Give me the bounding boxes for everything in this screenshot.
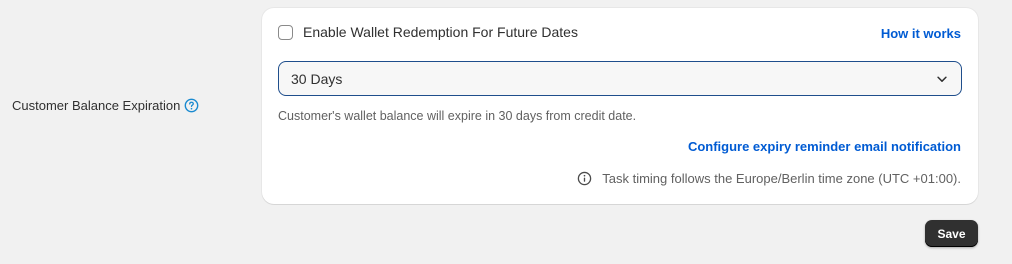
how-it-works-link[interactable]: How it works	[881, 26, 961, 41]
customer-balance-expiration-label: Customer Balance Expiration	[12, 98, 199, 113]
expiration-period-select[interactable]: 30 Days	[278, 61, 962, 96]
wallet-redemption-option[interactable]: Enable Wallet Redemption For Future Date…	[278, 24, 578, 40]
chevron-down-icon	[935, 72, 949, 86]
timezone-note: Task timing follows the Europe/Berlin ti…	[577, 171, 961, 186]
expiration-period-value: 30 Days	[291, 70, 343, 87]
configure-reminder-link[interactable]: Configure expiry reminder email notifica…	[688, 139, 961, 154]
expiration-settings-card: Enable Wallet Redemption For Future Date…	[262, 8, 978, 204]
field-label-text: Customer Balance Expiration	[12, 98, 181, 113]
timezone-note-text: Task timing follows the Europe/Berlin ti…	[602, 171, 961, 186]
settings-page: Customer Balance Expiration Enable Walle…	[0, 0, 1012, 264]
wallet-redemption-label: Enable Wallet Redemption For Future Date…	[303, 24, 578, 40]
wallet-redemption-checkbox[interactable]	[278, 24, 293, 40]
info-icon	[577, 171, 592, 186]
save-button[interactable]: Save	[925, 220, 978, 247]
expiration-help-text: Customer's wallet balance will expire in…	[278, 109, 637, 123]
question-circle-icon[interactable]	[184, 98, 199, 113]
